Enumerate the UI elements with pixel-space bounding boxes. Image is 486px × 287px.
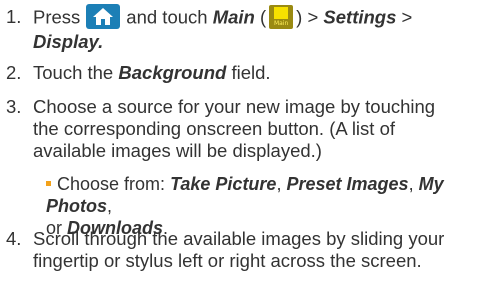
- step-text-segment: field.: [231, 62, 271, 83]
- step-text-segment: Press: [33, 6, 81, 28]
- main-menu-icon: Main: [269, 4, 294, 29]
- step-text-line: Scroll through the available images by s…: [33, 228, 445, 249]
- step-text-segment: and touch: [126, 6, 208, 28]
- bullet-icon: [46, 180, 51, 186]
- menu-path-display: Display.: [33, 31, 104, 52]
- step-text: Press and touch Main (Main) > Settings > …: [33, 4, 481, 53]
- step-text-segment: ) >: [296, 6, 319, 28]
- step-text-segment: >: [401, 6, 413, 28]
- step-text: Scroll through the available images by s…: [33, 228, 481, 272]
- step-text-line: available images will be displayed.): [33, 140, 322, 161]
- main-menu-glyph: [274, 6, 289, 19]
- main-icon-caption: Main: [273, 19, 289, 27]
- step-text-line: fingertip or stylus left or right across…: [33, 250, 422, 271]
- step-number: 2.: [6, 62, 22, 83]
- step-text-segment: (: [259, 6, 267, 28]
- menu-path-settings: Settings: [323, 6, 397, 28]
- sub-bullet-text: ,: [276, 174, 282, 194]
- step-text: Touch the Background field.: [33, 62, 481, 84]
- step-text-segment: Touch the: [33, 62, 114, 83]
- sub-bullet-text: ,: [408, 174, 414, 194]
- home-icon: [86, 4, 121, 29]
- step-text-line: the corresponding onscreen button. (A li…: [33, 118, 395, 139]
- background-field-name: Background: [118, 62, 227, 83]
- option-take-picture: Take Picture: [170, 174, 277, 194]
- option-preset-images: Preset Images: [286, 174, 409, 194]
- step-number: 1.: [6, 6, 22, 27]
- step-text-line: Choose a source for your new image by to…: [33, 96, 436, 117]
- step-number: 3.: [6, 96, 22, 117]
- step-number: 4.: [6, 228, 22, 249]
- sub-bullet-text: ,: [107, 196, 113, 216]
- menu-path-main: Main: [212, 6, 255, 28]
- sub-bullet-text: Choose from:: [57, 174, 166, 194]
- instruction-page: 1. Press and touch Main (Main) > Settings…: [0, 0, 486, 287]
- step-text: Choose a source for your new image by to…: [33, 96, 481, 162]
